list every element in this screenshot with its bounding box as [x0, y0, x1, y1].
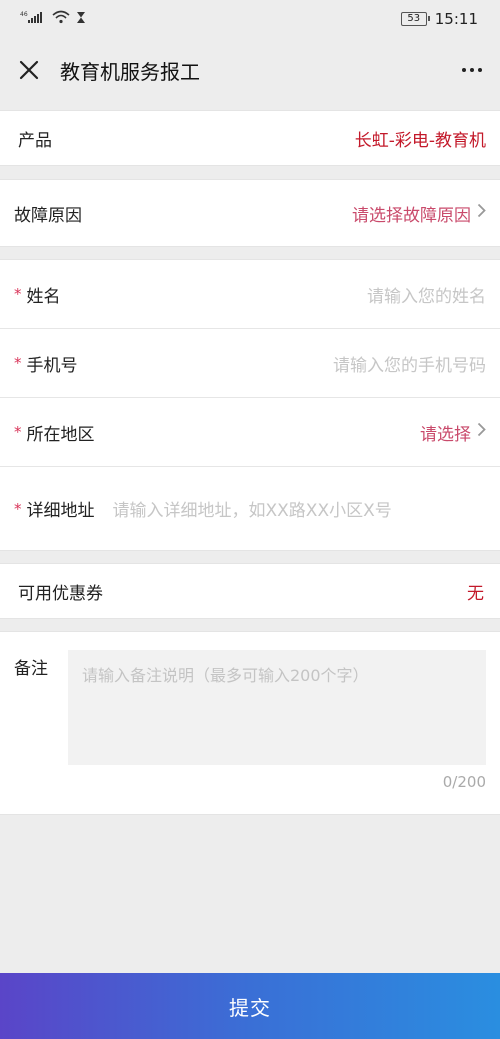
- fault-reason-label: 故障原因: [14, 205, 82, 226]
- status-left: 46: [20, 10, 86, 28]
- required-mark: *: [14, 499, 22, 518]
- name-row: * 姓名 请输入您的姓名: [0, 260, 500, 328]
- address-input[interactable]: 请输入详细地址，如XX路XX小区X号: [113, 496, 392, 521]
- remark-label: 备注: [14, 659, 48, 679]
- required-mark: *: [14, 423, 22, 441]
- hourglass-icon: [76, 10, 86, 28]
- name-label: 姓名: [26, 286, 61, 307]
- phone-input[interactable]: 请输入您的手机号码: [333, 351, 486, 376]
- more-icon[interactable]: [462, 68, 482, 72]
- status-time: 15:11: [434, 10, 478, 28]
- phone-label: 手机号: [26, 355, 78, 376]
- product-label: 产品: [18, 130, 52, 151]
- chevron-right-icon: [477, 422, 486, 442]
- wifi-icon: [52, 10, 70, 28]
- remark-section: 备注 请输入备注说明（最多可输入200个字） 0/200: [0, 631, 500, 815]
- coupon-row[interactable]: 可用优惠券 无: [0, 564, 500, 618]
- region-label: 所在地区: [26, 424, 95, 445]
- coupon-label: 可用优惠券: [18, 583, 103, 604]
- coupon-value: 无: [467, 583, 484, 604]
- address-row: * 详细地址 请输入详细地址，如XX路XX小区X号: [0, 466, 500, 550]
- address-label-wrap: * 详细地址: [14, 496, 95, 522]
- nav-bar: 教育机服务报工: [0, 38, 500, 102]
- cellular-signal-icon: 46: [20, 10, 46, 28]
- address-label: 详细地址: [26, 501, 95, 521]
- fault-reason-row[interactable]: 故障原因 请选择故障原因: [0, 180, 500, 246]
- status-right: 53 15:11: [400, 10, 478, 28]
- submit-button[interactable]: 提交: [0, 973, 500, 1039]
- battery-icon: 53: [400, 12, 430, 26]
- phone-label-wrap: * 手机号: [14, 351, 78, 376]
- close-icon[interactable]: [18, 59, 40, 81]
- product-value: 长虹-彩电-教育机: [354, 130, 486, 151]
- contact-section: * 姓名 请输入您的姓名 * 手机号 请输入您的手机号码 * 所在地区 请选择 …: [0, 259, 500, 551]
- region-label-wrap: * 所在地区: [14, 420, 95, 445]
- required-mark: *: [14, 285, 22, 303]
- remark-textarea[interactable]: 请输入备注说明（最多可输入200个字）: [68, 650, 486, 765]
- required-mark: *: [14, 354, 22, 372]
- status-bar: 46 53 15:11: [0, 0, 500, 38]
- remark-char-count: 0/200: [442, 773, 486, 791]
- fault-reason-select[interactable]: 请选择故障原因: [352, 201, 486, 226]
- product-row: 产品 长虹-彩电-教育机: [0, 111, 500, 165]
- phone-row: * 手机号 请输入您的手机号码: [0, 328, 500, 397]
- remark-field: 备注 请输入备注说明（最多可输入200个字）: [14, 650, 486, 765]
- page-title: 教育机服务报工: [60, 59, 200, 84]
- svg-text:46: 46: [20, 11, 28, 18]
- fault-section: 故障原因 请选择故障原因: [0, 179, 500, 247]
- region-row[interactable]: * 所在地区 请选择: [0, 397, 500, 466]
- product-section: 产品 长虹-彩电-教育机: [0, 110, 500, 166]
- name-input[interactable]: 请输入您的姓名: [367, 282, 486, 307]
- name-label-wrap: * 姓名: [14, 282, 61, 307]
- coupon-section: 可用优惠券 无: [0, 563, 500, 619]
- region-select[interactable]: 请选择: [420, 420, 486, 445]
- chevron-right-icon: [477, 203, 486, 223]
- region-value: 请选择: [420, 424, 471, 445]
- fault-reason-value: 请选择故障原因: [352, 205, 471, 226]
